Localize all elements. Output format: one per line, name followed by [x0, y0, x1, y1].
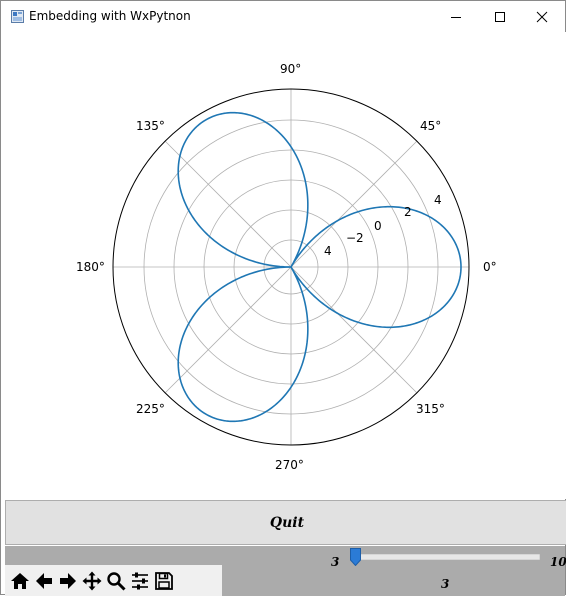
angle-label-45: 45° — [420, 119, 441, 133]
pan-button[interactable] — [80, 568, 103, 594]
slider-track[interactable] — [354, 554, 540, 560]
radial-label: 4 — [324, 244, 332, 258]
home-button[interactable] — [8, 568, 31, 594]
slider-value-label: 3 — [441, 577, 450, 591]
forward-button[interactable] — [56, 568, 79, 594]
radial-label: 0 — [374, 219, 382, 233]
minimize-button[interactable] — [433, 1, 479, 32]
navigation-toolbar — [5, 565, 222, 596]
configure-icon — [131, 572, 148, 589]
angle-label-225: 225° — [136, 402, 165, 416]
zoom-button[interactable] — [104, 568, 127, 594]
window-title: Embedding with WxPytnon — [29, 9, 191, 23]
slider-min-label: 3 — [331, 555, 340, 569]
angle-label-180: 180° — [76, 260, 105, 274]
angle-label-315: 315° — [416, 402, 445, 416]
configure-subplots-button[interactable] — [128, 568, 151, 594]
save-icon — [154, 571, 173, 590]
close-button[interactable] — [519, 1, 565, 32]
plot-canvas[interactable]: 0° 45° 90° 135° 180° 225° 270° 315° 4 −2… — [2, 32, 566, 499]
forward-icon — [59, 572, 76, 589]
polar-plot: 0° 45° 90° 135° 180° 225° 270° 315° 4 −2… — [76, 62, 497, 472]
radial-label: 2 — [404, 205, 412, 219]
angle-label-135: 135° — [136, 119, 165, 133]
home-icon — [10, 572, 29, 589]
zoom-icon — [106, 571, 126, 591]
radial-label: 4 — [434, 193, 442, 207]
slider-thumb[interactable] — [350, 548, 361, 566]
back-button[interactable] — [32, 568, 55, 594]
quit-button-label: Quit — [269, 514, 305, 531]
close-icon — [536, 11, 548, 22]
angle-label-270: 270° — [275, 458, 304, 472]
angle-label-90: 90° — [280, 62, 301, 76]
radial-label: −2 — [346, 231, 364, 245]
minimize-icon — [451, 16, 461, 18]
radial-tick-labels: 4 −2 0 2 4 — [324, 193, 442, 258]
app-window: Embedding with WxPytnon 0° 45° 90° 135° … — [0, 0, 566, 596]
maximize-button[interactable] — [477, 1, 523, 32]
maximize-icon — [495, 11, 505, 22]
pan-icon — [82, 571, 101, 590]
slider-max-label: 10 — [550, 555, 566, 569]
title-bar[interactable]: Embedding with WxPytnon — [1, 1, 565, 32]
angle-label-0: 0° — [483, 260, 497, 274]
save-button[interactable] — [152, 568, 175, 594]
app-icon — [11, 10, 24, 23]
bottom-panel: 3 10 3 — [5, 546, 566, 596]
quit-button[interactable]: Quit — [5, 500, 566, 545]
back-icon — [35, 572, 52, 589]
